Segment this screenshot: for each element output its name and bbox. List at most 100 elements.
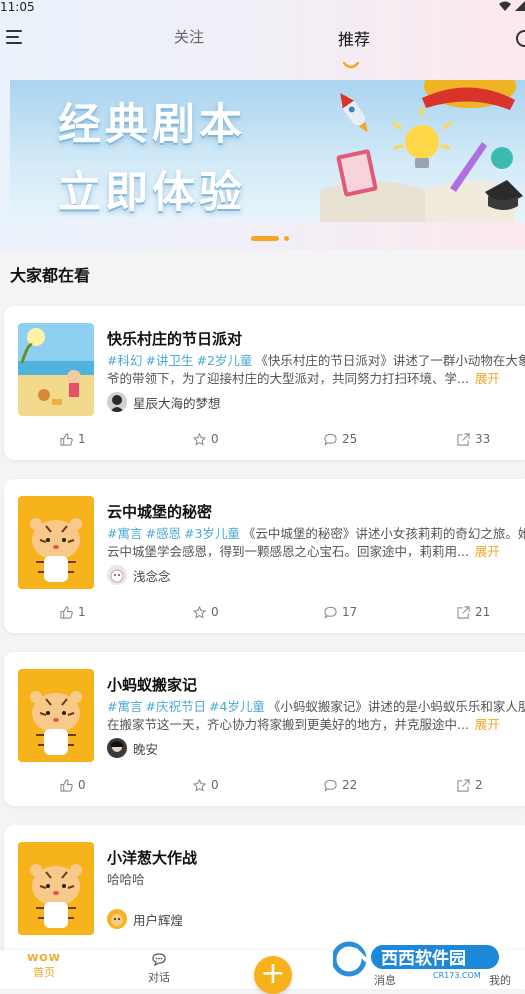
- status-icons: [499, 1, 525, 12]
- star-icon: [193, 605, 206, 619]
- thumbs-up-icon: [60, 605, 73, 619]
- share-count: 33: [475, 432, 491, 446]
- status-time: 11:05: [0, 0, 35, 14]
- share-count: 2: [475, 778, 483, 792]
- status-bar: 11:05: [0, 0, 525, 16]
- tab-follow[interactable]: 关注: [174, 26, 204, 47]
- author-name: 用户辉煌: [133, 912, 184, 928]
- menu-icon[interactable]: [6, 30, 22, 44]
- banner-line-1: 经典剧本: [58, 100, 246, 150]
- search-icon[interactable]: [516, 30, 525, 47]
- nav-chat-label: 对话: [148, 971, 170, 984]
- tag-link[interactable]: #科幻: [107, 353, 142, 368]
- tag-link[interactable]: #4岁儿童: [209, 699, 265, 714]
- comment-icon: [324, 433, 337, 446]
- pagination-dot[interactable]: [284, 236, 289, 241]
- tab-recommend[interactable]: 推荐: [338, 26, 370, 50]
- story-card[interactable]: 云中城堡的秘密 #寓言 #感恩 #3岁儿童 《云中城堡的秘密》讲述小女孩莉莉的奇幻之旅…: [4, 479, 525, 633]
- create-button[interactable]: +: [254, 956, 292, 994]
- watermark-text: 西西软件园: [381, 948, 466, 969]
- share-icon: [457, 605, 470, 619]
- comment-button[interactable]: 17: [324, 605, 357, 619]
- favorite-count: 0: [211, 432, 219, 446]
- story-title[interactable]: 小蚂蚁搬家记: [107, 674, 197, 695]
- story-summary: #寓言 #庆祝节日 #4岁儿童 《小蚂蚁搬家记》讲述的是小蚂蚁乐乐和家人朋友 在搬家节…: [107, 698, 525, 734]
- comment-button[interactable]: 25: [324, 432, 357, 446]
- favorite-button[interactable]: 0: [193, 605, 219, 619]
- story-summary: #科幻 #讲卫生 #2岁儿童 《快乐村庄的节日派对》讲述了一群小动物在大象爷 爷的带领…: [107, 352, 525, 388]
- story-title[interactable]: 云中城堡的秘密: [107, 501, 212, 522]
- section-title: 大家都在看: [10, 266, 91, 285]
- favorite-count: 0: [211, 778, 219, 792]
- like-button[interactable]: 1: [60, 605, 86, 619]
- share-button[interactable]: 2: [457, 778, 483, 792]
- tiger-illustration: [18, 842, 94, 935]
- home-logo: WOW: [27, 953, 61, 964]
- promo-banner[interactable]: 经典剧本 立即体验: [10, 80, 525, 222]
- summary-text: 在搬家节这一天，齐心协力将家搬到更美好的地方，并克服途中...: [107, 717, 469, 732]
- story-thumbnail[interactable]: [18, 842, 94, 935]
- expand-link[interactable]: 展开: [475, 717, 500, 732]
- nav-chat[interactable]: 对话: [129, 953, 189, 985]
- tag-link[interactable]: #感恩: [145, 526, 180, 541]
- author-info[interactable]: 浅念念: [107, 565, 171, 585]
- tag-link[interactable]: #寓言: [107, 526, 142, 541]
- story-title[interactable]: 小洋葱大作战: [107, 847, 197, 868]
- summary-text: 《云中城堡的秘密》讲述小女孩莉莉的奇幻之旅。她在: [242, 526, 525, 541]
- author-name: 晚安: [133, 741, 159, 757]
- story-summary: #寓言 #感恩 #3岁儿童 《云中城堡的秘密》讲述小女孩莉莉的奇幻之旅。她在 云中城堡…: [107, 525, 525, 561]
- like-count: 0: [78, 778, 86, 792]
- tag-link[interactable]: #讲卫生: [145, 353, 193, 368]
- tag-link[interactable]: #2岁儿童: [196, 353, 252, 368]
- comment-button[interactable]: 22: [324, 778, 357, 792]
- share-icon: [457, 432, 470, 446]
- story-thumbnail[interactable]: [18, 496, 94, 589]
- comment-count: 25: [342, 432, 358, 446]
- story-thumbnail[interactable]: [18, 323, 94, 416]
- like-count: 1: [78, 605, 86, 619]
- wifi-icon: [499, 1, 511, 11]
- favorite-count: 0: [211, 605, 219, 619]
- share-button[interactable]: 21: [457, 605, 490, 619]
- favorite-button[interactable]: 0: [193, 778, 219, 792]
- share-icon: [457, 778, 470, 792]
- author-info[interactable]: 晚安: [107, 738, 158, 758]
- comment-icon: [324, 606, 337, 619]
- tag-link[interactable]: #庆祝节日: [145, 699, 205, 714]
- story-card[interactable]: 快乐村庄的节日派对 #科幻 #讲卫生 #2岁儿童 《快乐村庄的节日派对》讲述了一群小动…: [4, 306, 525, 460]
- story-summary: 哈哈哈: [107, 871, 525, 889]
- like-button[interactable]: 1: [60, 432, 86, 446]
- pagination-dot-active[interactable]: [251, 236, 279, 241]
- comment-count: 22: [342, 778, 358, 792]
- story-card[interactable]: 小蚂蚁搬家记 #寓言 #庆祝节日 #4岁儿童 《小蚂蚁搬家记》讲述的是小蚂蚁乐乐和家人…: [4, 652, 525, 806]
- tiger-illustration: [18, 496, 94, 589]
- active-tab-indicator: [343, 62, 359, 69]
- author-info[interactable]: 星辰大海的梦想: [107, 392, 221, 412]
- favorite-button[interactable]: 0: [193, 432, 219, 446]
- share-button[interactable]: 33: [457, 432, 490, 446]
- avatar: [107, 392, 127, 412]
- banner-pagination: [251, 236, 289, 241]
- watermark-logo: 西西软件园 CR173.COM: [333, 941, 499, 979]
- share-count: 21: [475, 605, 491, 619]
- chat-icon: [152, 953, 166, 967]
- story-stats: 1 0 25 33: [4, 432, 525, 452]
- like-button[interactable]: 0: [60, 778, 86, 792]
- thumbs-up-icon: [60, 778, 73, 792]
- tag-link[interactable]: #3岁儿童: [184, 526, 240, 541]
- tag-link[interactable]: #寓言: [107, 699, 142, 714]
- author-info[interactable]: 用户辉煌: [107, 909, 183, 929]
- nav-home-label: 首页: [33, 966, 55, 979]
- nav-home[interactable]: WOW 首页: [14, 953, 74, 980]
- summary-text: 云中城堡学会感恩，得到一颗感恩之心宝石。回家途中，莉莉用...: [107, 544, 469, 559]
- beach-illustration: [18, 323, 94, 416]
- banner-illustration: [320, 80, 523, 222]
- like-count: 1: [78, 432, 86, 446]
- expand-link[interactable]: 展开: [475, 544, 500, 559]
- summary-text: 哈哈哈: [107, 872, 145, 887]
- story-thumbnail[interactable]: [18, 669, 94, 762]
- story-title[interactable]: 快乐村庄的节日派对: [107, 328, 242, 349]
- avatar: [107, 738, 127, 758]
- top-navigation: 关注 推荐: [0, 16, 525, 69]
- expand-link[interactable]: 展开: [475, 371, 500, 386]
